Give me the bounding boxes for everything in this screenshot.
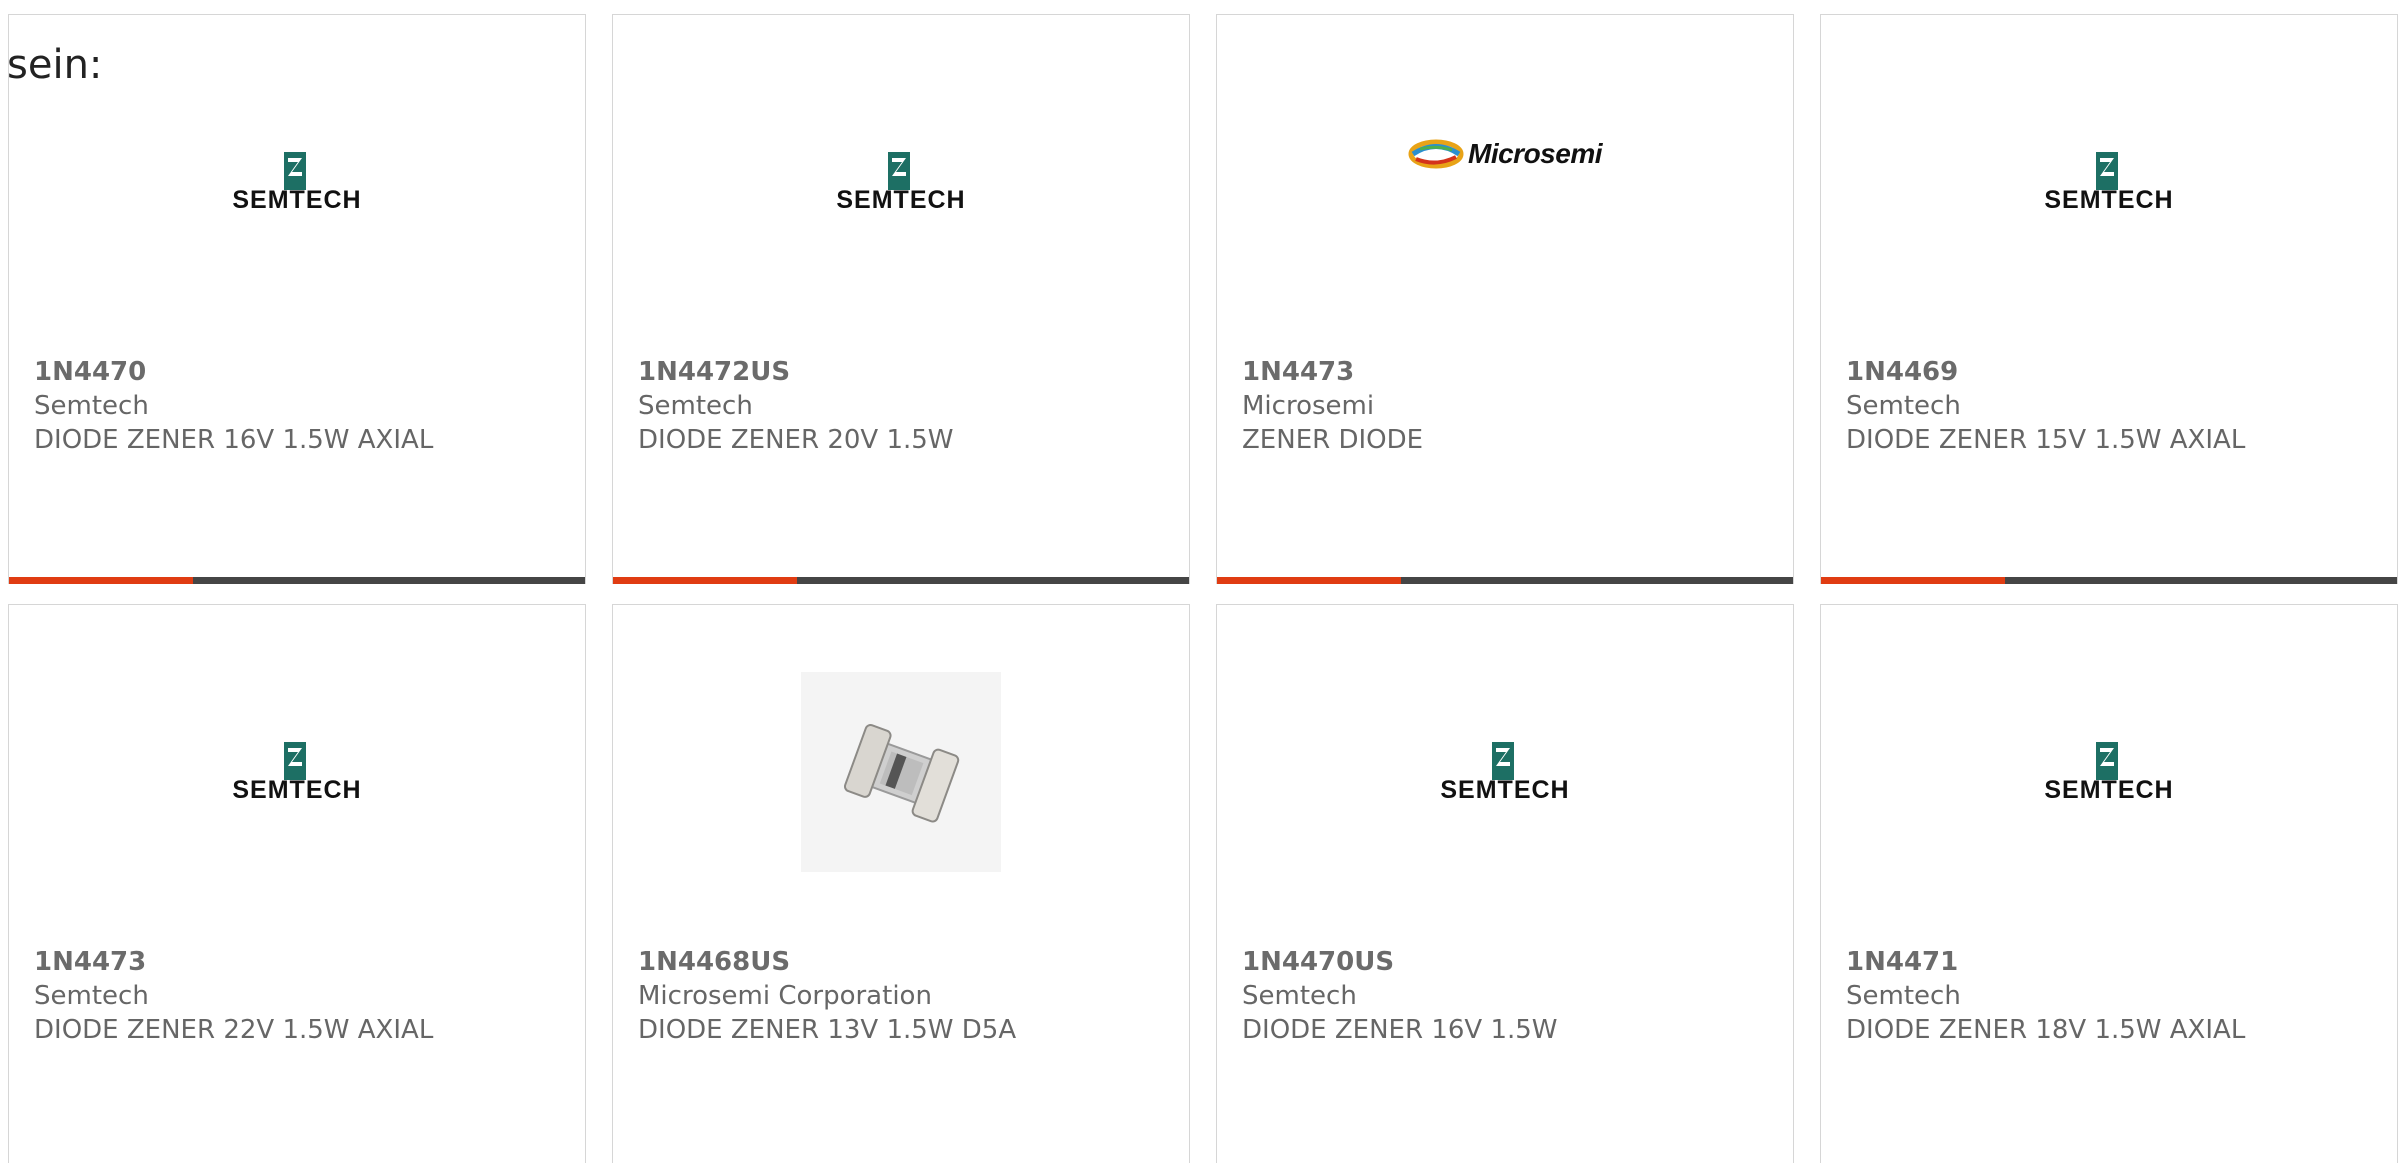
manufacturer-name: Microsemi Corporation	[638, 981, 932, 1011]
part-number[interactable]: 1N4473	[1242, 355, 1773, 389]
progress-fill	[9, 577, 194, 584]
product-card[interactable]: SEMTECH 1N4470 Semtech DIODE ZENER 16V 1…	[8, 14, 586, 584]
product-card[interactable]: SEMTECH 1N4471 Semtech DIODE ZENER 18V 1…	[1820, 604, 2398, 1163]
manufacturer-name: Semtech	[1846, 981, 1961, 1011]
progress-fill	[1217, 577, 1402, 584]
semtech-mark-icon	[2096, 742, 2118, 780]
progress-bar	[1217, 577, 1793, 584]
semtech-logo-text: SEMTECH	[232, 186, 362, 214]
product-description: DIODE ZENER 13V 1.5W D5A	[638, 1015, 1017, 1045]
part-number[interactable]: 1N4468US	[638, 945, 1169, 979]
semtech-logo: SEMTECH	[192, 667, 402, 877]
semtech-mark-icon	[2096, 152, 2118, 190]
manufacturer-name: Semtech	[1242, 981, 1357, 1011]
product-description: DIODE ZENER 16V 1.5W AXIAL	[34, 425, 434, 455]
progress-bar	[613, 577, 1189, 584]
semtech-mark-icon	[284, 742, 306, 780]
product-card[interactable]: SEMTECH 1N4472US Semtech DIODE ZENER 20V…	[612, 14, 1190, 584]
progress-bar	[1821, 577, 2397, 584]
diode-product-photo	[796, 667, 1006, 877]
progress-fill	[613, 577, 798, 584]
semtech-logo: SEMTECH	[1400, 667, 1610, 877]
product-description: ZENER DIODE	[1242, 425, 1424, 455]
semtech-logo-text: SEMTECH	[836, 186, 966, 214]
semtech-mark-icon	[888, 152, 910, 190]
product-card[interactable]: Microsemi 1N4473 Microsemi ZENER DIODE	[1216, 14, 1794, 584]
semtech-logo: SEMTECH	[2004, 77, 2214, 287]
part-number[interactable]: 1N4470US	[1242, 945, 1773, 979]
semtech-mark-icon	[284, 152, 306, 190]
intro-text: sein:	[7, 42, 103, 88]
microsemi-logo-text: Microsemi	[1468, 138, 1603, 169]
semtech-logo: SEMTECH	[2004, 667, 2214, 877]
semtech-logo-text: SEMTECH	[2044, 186, 2174, 214]
semtech-logo: SEMTECH	[796, 77, 1006, 287]
product-card[interactable]: SEMTECH 1N4470US Semtech DIODE ZENER 16V…	[1216, 604, 1794, 1163]
part-number[interactable]: 1N4469	[1846, 355, 2377, 389]
manufacturer-name: Semtech	[1846, 391, 1961, 421]
progress-bar	[9, 577, 585, 584]
semtech-logo: SEMTECH	[192, 77, 402, 287]
semtech-logo-text: SEMTECH	[2044, 776, 2174, 804]
product-card[interactable]: 1N4468US Microsemi Corporation DIODE ZEN…	[612, 604, 1190, 1163]
product-card[interactable]: SEMTECH 1N4469 Semtech DIODE ZENER 15V 1…	[1820, 14, 2398, 584]
microsemi-logo: Microsemi	[1400, 77, 1610, 287]
product-description: DIODE ZENER 16V 1.5W	[1242, 1015, 1558, 1045]
semtech-logo-text: SEMTECH	[232, 776, 362, 804]
manufacturer-name: Microsemi	[1242, 391, 1375, 421]
manufacturer-name: Semtech	[34, 981, 149, 1011]
product-description: DIODE ZENER 15V 1.5W AXIAL	[1846, 425, 2246, 455]
semtech-mark-icon	[1492, 742, 1514, 780]
part-number[interactable]: 1N4472US	[638, 355, 1169, 389]
diode-photo-icon	[801, 672, 1001, 872]
product-description: DIODE ZENER 18V 1.5W AXIAL	[1846, 1015, 2246, 1045]
product-card[interactable]: SEMTECH 1N4473 Semtech DIODE ZENER 22V 1…	[8, 604, 586, 1163]
product-description: DIODE ZENER 22V 1.5W AXIAL	[34, 1015, 434, 1045]
manufacturer-name: Semtech	[638, 391, 753, 421]
microsemi-swirl-icon	[1408, 139, 1464, 169]
manufacturer-name: Semtech	[34, 391, 149, 421]
semtech-logo-text: SEMTECH	[1440, 776, 1570, 804]
part-number[interactable]: 1N4473	[34, 945, 565, 979]
part-number[interactable]: 1N4471	[1846, 945, 2377, 979]
product-description: DIODE ZENER 20V 1.5W	[638, 425, 954, 455]
product-grid-page: sein: SEMTECH 1N4470 Semtech DIODE ZENER…	[0, 0, 2400, 1163]
progress-fill	[1821, 577, 2006, 584]
part-number[interactable]: 1N4470	[34, 355, 565, 389]
